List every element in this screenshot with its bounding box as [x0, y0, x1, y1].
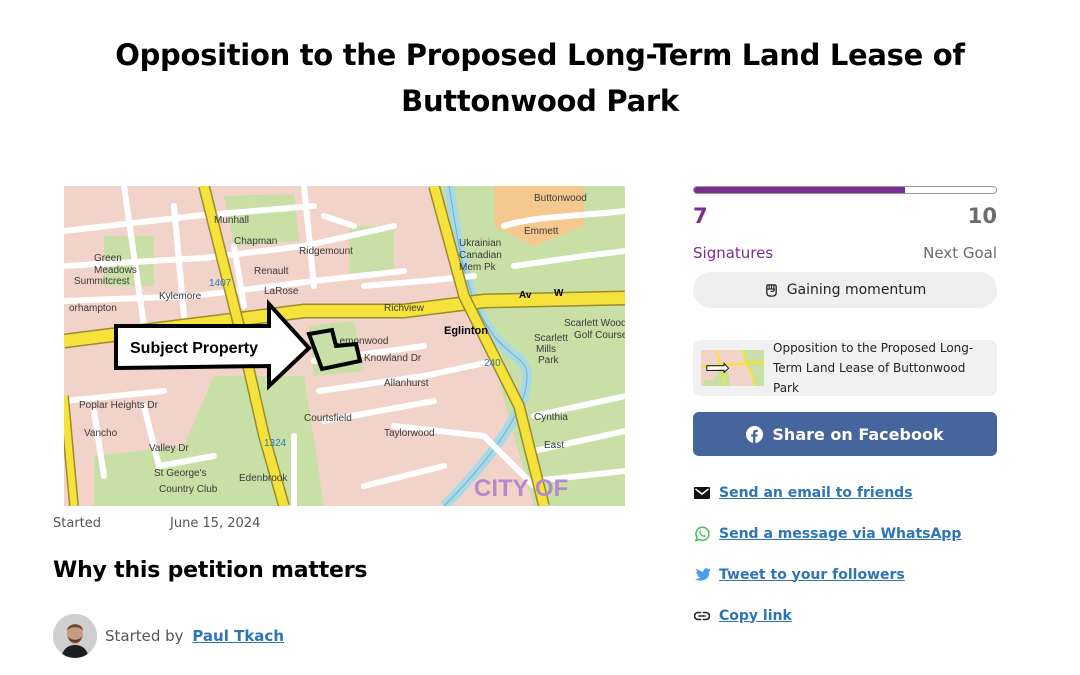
svg-text:Kylemore: Kylemore	[159, 291, 202, 302]
svg-text:Country Club: Country Club	[159, 484, 218, 495]
share-preview-card: Opposition to the Proposed Long-Term Lan…	[693, 340, 997, 396]
svg-text:Chapman: Chapman	[234, 236, 277, 247]
svg-text:Knowland Dr: Knowland Dr	[364, 353, 422, 364]
share-twitter[interactable]: Tweet to your followers	[693, 554, 997, 595]
svg-text:Cynthia: Cynthia	[534, 412, 568, 423]
svg-text:Vancho: Vancho	[84, 428, 118, 439]
map-image: Munhall Chapman Renault Ridgemount LaRos…	[64, 186, 625, 506]
envelope-icon	[693, 484, 711, 502]
petition-sidebar: 7 10 Signatures Next Goal Gaining moment…	[693, 186, 997, 636]
svg-text:Eglinton: Eglinton	[444, 325, 488, 337]
svg-text:Mem Pk: Mem Pk	[459, 262, 497, 273]
svg-text:Buttonwood: Buttonwood	[534, 193, 587, 204]
svg-text:LaRose: LaRose	[264, 286, 299, 297]
signature-count-labels: Signatures Next Goal	[693, 244, 997, 266]
svg-text:Green: Green	[94, 253, 122, 264]
share-on-facebook-button[interactable]: Share on Facebook	[693, 412, 997, 456]
svg-text:Scarlett: Scarlett	[534, 333, 568, 344]
subject-property-label: Subject Property	[130, 340, 258, 357]
map-thumbnail-image	[701, 350, 764, 386]
svg-text:Summitcrest: Summitcrest	[74, 276, 130, 287]
svg-text:Scarlett Woods: Scarlett Woods	[564, 318, 625, 329]
whatsapp-icon	[693, 525, 711, 543]
svg-text:Allanhurst: Allanhurst	[384, 378, 429, 389]
svg-text:Richview: Richview	[384, 303, 425, 314]
facebook-button-label: Share on Facebook	[772, 424, 944, 444]
signature-progress-bar	[693, 186, 997, 194]
share-twitter-link[interactable]: Tweet to your followers	[719, 567, 905, 583]
twitter-icon	[693, 566, 711, 584]
svg-text:East: East	[544, 440, 564, 451]
started-by-label: Started by	[105, 627, 184, 645]
svg-text:Ridgemount: Ridgemount	[299, 246, 353, 257]
svg-text:Emmett: Emmett	[524, 226, 559, 237]
svg-text:Ukrainian: Ukrainian	[459, 238, 501, 249]
svg-text:Golf Course: Golf Course	[574, 330, 625, 341]
svg-text:Mills: Mills	[536, 344, 556, 355]
svg-text:Poplar Heights Dr: Poplar Heights Dr	[79, 400, 159, 411]
svg-text:Courtsfield: Courtsfield	[304, 413, 352, 424]
started-date: June 15, 2024	[170, 516, 261, 531]
share-options: Send an email to friends Send a message …	[693, 472, 997, 636]
svg-text:Canadian: Canadian	[459, 250, 502, 261]
svg-text:Av: Av	[519, 290, 532, 301]
share-preview-title: Opposition to the Proposed Long-Term Lan…	[773, 341, 974, 395]
petition-image: Munhall Chapman Renault Ridgemount LaRos…	[64, 186, 625, 506]
started-label: Started	[53, 516, 102, 531]
svg-text:1324: 1324	[264, 438, 287, 449]
started-by-text: Started by Paul Tkach	[105, 627, 284, 645]
svg-text:Meadows: Meadows	[94, 265, 137, 276]
signature-counts: 7 10	[693, 204, 997, 234]
momentum-badge: Gaining momentum	[693, 272, 997, 308]
facebook-icon	[746, 425, 764, 443]
copy-link[interactable]: Copy link	[719, 608, 792, 624]
avatar[interactable]	[53, 614, 97, 658]
svg-text:Renault: Renault	[254, 266, 289, 277]
svg-text:orhampton: orhampton	[69, 303, 117, 314]
share-email-link[interactable]: Send an email to friends	[719, 485, 913, 501]
share-whatsapp[interactable]: Send a message via WhatsApp	[693, 513, 997, 554]
signature-progress-fill	[694, 187, 906, 193]
svg-text:CITY OF: CITY OF	[474, 475, 568, 502]
svg-text:Edenbrook: Edenbrook	[239, 473, 288, 484]
momentum-label: Gaining momentum	[786, 282, 927, 298]
section-heading: Why this petition matters	[53, 558, 368, 583]
share-copy-link[interactable]: Copy link	[693, 595, 997, 636]
fist-icon	[765, 283, 777, 297]
svg-text:Park: Park	[538, 355, 560, 366]
svg-text:W: W	[554, 288, 564, 299]
svg-text:Munhall: Munhall	[214, 215, 249, 226]
svg-text:Taylorwood: Taylorwood	[384, 428, 435, 439]
svg-text:1407: 1407	[209, 278, 232, 289]
svg-text:240: 240	[484, 358, 501, 369]
link-icon	[693, 607, 711, 625]
svg-text:St George's: St George's	[154, 468, 207, 479]
avatar-image	[53, 614, 97, 658]
petition-starter: Started by Paul Tkach	[53, 614, 284, 658]
share-whatsapp-link[interactable]: Send a message via WhatsApp	[719, 526, 961, 542]
next-goal-label: Next Goal	[923, 244, 997, 262]
signature-count: 7	[693, 204, 708, 228]
goal-count: 10	[967, 204, 997, 228]
svg-text:Valley Dr: Valley Dr	[149, 443, 189, 454]
page-title: Opposition to the Proposed Long-Term Lan…	[115, 38, 965, 118]
author-link[interactable]: Paul Tkach	[192, 627, 284, 645]
share-preview-thumbnail	[701, 350, 764, 386]
signatures-label: Signatures	[693, 244, 774, 262]
share-email[interactable]: Send an email to friends	[693, 472, 997, 513]
